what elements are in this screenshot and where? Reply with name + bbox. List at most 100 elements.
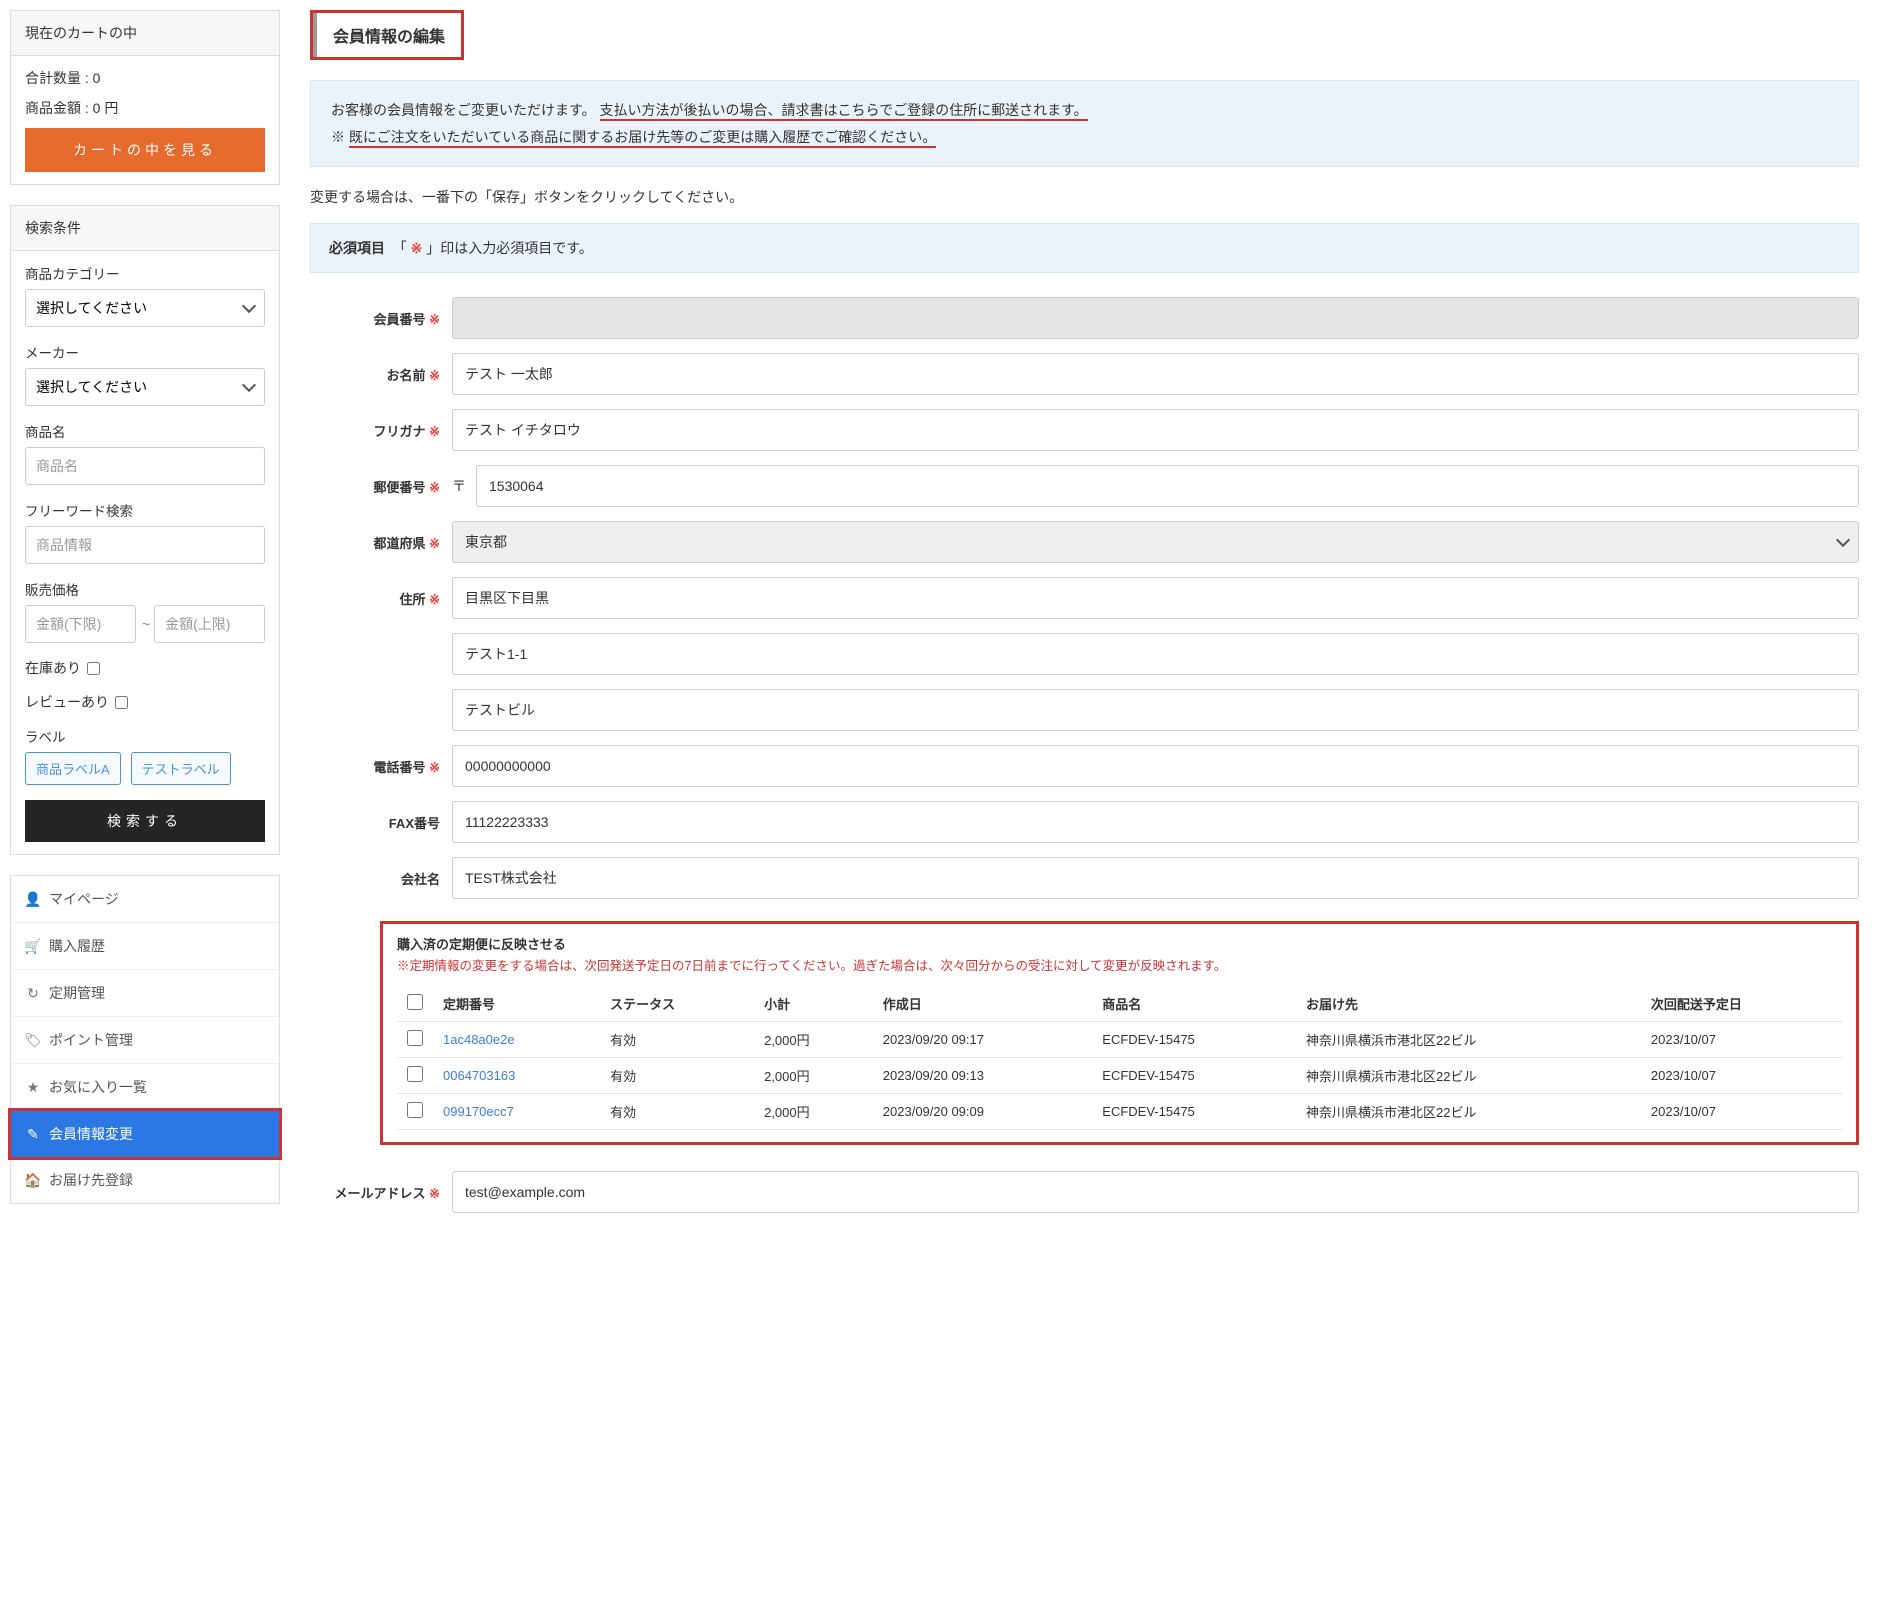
- zip-prefix: 〒: [452, 476, 466, 496]
- nav-favorites[interactable]: ★ お気に入り一覧: [11, 1064, 279, 1111]
- email-input[interactable]: [452, 1171, 1859, 1213]
- addr3-input[interactable]: [452, 689, 1859, 731]
- row-next: 2023/10/07: [1641, 1094, 1842, 1130]
- th-subtotal: 小計: [754, 986, 873, 1022]
- row-next: 2023/10/07: [1641, 1022, 1842, 1058]
- row-product: ECFDEV-15475: [1092, 1094, 1296, 1130]
- cart-qty-label: 合計数量 :: [25, 70, 89, 86]
- freeword-input[interactable]: [25, 526, 265, 564]
- cart-icon: 🛒: [25, 938, 41, 955]
- addr2-input[interactable]: [452, 633, 1859, 675]
- label-tag-a[interactable]: 商品ラベルA: [25, 752, 121, 785]
- zip-input[interactable]: [476, 465, 1859, 507]
- search-header: 検索条件: [11, 206, 279, 251]
- row-subtotal: 2,000円: [754, 1094, 873, 1130]
- product-name-input[interactable]: [25, 447, 265, 485]
- instock-label: 在庫あり: [25, 658, 81, 678]
- table-row: 0064703163有効2,000円2023/09/20 09:13ECFDEV…: [397, 1058, 1842, 1094]
- user-icon: 👤: [25, 891, 41, 908]
- table-header-row: 定期番号 ステータス 小計 作成日 商品名 お届け先 次回配送予定日: [397, 986, 1842, 1022]
- cart-amount-line: 商品金額 : 0 円: [25, 98, 265, 118]
- sub-no-link[interactable]: 0064703163: [433, 1058, 600, 1094]
- search-button[interactable]: 検索する: [25, 800, 265, 842]
- select-all-checkbox[interactable]: [407, 994, 423, 1010]
- pref-select[interactable]: 東京都: [452, 521, 1859, 563]
- required-label: 必須項目: [329, 240, 385, 256]
- nav-subscription[interactable]: ↻ 定期管理: [11, 970, 279, 1017]
- info-box: お客様の会員情報をご変更いただけます。 支払い方法が後払いの場合、請求書はこちら…: [310, 80, 1859, 167]
- nav-mypage[interactable]: 👤 マイページ: [11, 876, 279, 923]
- th-sub-no: 定期番号: [433, 986, 600, 1022]
- row-checkbox[interactable]: [407, 1030, 423, 1046]
- maker-select[interactable]: 選択してください: [25, 368, 265, 406]
- th-status: ステータス: [600, 986, 754, 1022]
- th-product: 商品名: [1092, 986, 1296, 1022]
- view-cart-button[interactable]: カートの中を見る: [25, 128, 265, 172]
- table-row: 1ac48a0e2e有効2,000円2023/09/20 09:17ECFDEV…: [397, 1022, 1842, 1058]
- member-no-field: [452, 297, 1859, 339]
- home-icon: 🏠: [25, 1172, 41, 1189]
- nav-history[interactable]: 🛒 購入履歴: [11, 923, 279, 970]
- email-label: メールアドレス: [334, 1186, 425, 1201]
- instock-checkbox[interactable]: [87, 662, 100, 675]
- table-row: 099170ecc7有効2,000円2023/09/20 09:09ECFDEV…: [397, 1094, 1842, 1130]
- row-delivery: 神奈川県横浜市港北区22ビル: [1296, 1094, 1641, 1130]
- member-edit-form: 会員番号 ※ お名前 ※ フリガナ ※ 郵便番号 ※: [310, 297, 1859, 1213]
- cart-qty-line: 合計数量 : 0: [25, 68, 265, 88]
- reflect-table: 定期番号 ステータス 小計 作成日 商品名 お届け先 次回配送予定日 1ac48…: [397, 986, 1842, 1130]
- cart-panel: 現在のカートの中 合計数量 : 0 商品金額 : 0 円 カートの中を見る: [10, 10, 280, 185]
- category-select[interactable]: 選択してください: [25, 289, 265, 327]
- price-sep: ~: [142, 616, 148, 632]
- row-subtotal: 2,000円: [754, 1058, 873, 1094]
- nav-addresses[interactable]: 🏠 お届け先登録: [11, 1157, 279, 1203]
- category-label: 商品カテゴリー: [25, 263, 265, 283]
- review-checkbox[interactable]: [115, 696, 128, 709]
- address-label: 住所: [399, 592, 425, 607]
- cart-header: 現在のカートの中: [11, 11, 279, 56]
- row-status: 有効: [600, 1094, 754, 1130]
- refresh-icon: ↻: [25, 985, 41, 1002]
- search-panel: 検索条件 商品カテゴリー 選択してください メーカー 選択してください: [10, 205, 280, 855]
- star-icon: ★: [25, 1079, 41, 1096]
- sub-no-link[interactable]: 1ac48a0e2e: [433, 1022, 600, 1058]
- addr1-input[interactable]: [452, 577, 1859, 619]
- main-content: 会員情報の編集 お客様の会員情報をご変更いただけます。 支払い方法が後払いの場合…: [310, 10, 1874, 1227]
- row-checkbox[interactable]: [407, 1066, 423, 1082]
- company-input[interactable]: [452, 857, 1859, 899]
- page-title: 会員情報の編集: [313, 13, 461, 57]
- label-tag-b[interactable]: テストラベル: [131, 752, 231, 785]
- reflect-note: ※定期情報の変更をする場合は、次回発送予定日の7日前までに行ってください。過ぎた…: [397, 955, 1842, 974]
- review-label: レビューあり: [25, 692, 109, 712]
- nav-member-edit-label: 会員情報変更: [49, 1124, 133, 1144]
- fax-input[interactable]: [452, 801, 1859, 843]
- row-status: 有効: [600, 1058, 754, 1094]
- row-product: ECFDEV-15475: [1092, 1058, 1296, 1094]
- info-text-1: お客様の会員情報をご変更いただけます。: [331, 102, 596, 118]
- nav-subscription-label: 定期管理: [49, 983, 105, 1003]
- row-checkbox[interactable]: [407, 1102, 423, 1118]
- row-next: 2023/10/07: [1641, 1058, 1842, 1094]
- required-mark: ※: [411, 240, 423, 256]
- price-max-input[interactable]: [154, 605, 265, 643]
- mypage-nav: 👤 マイページ 🛒 購入履歴 ↻ 定期管理 🏷 ポイント管理 ★ お気に入り一覧…: [10, 875, 280, 1204]
- company-label: 会社名: [401, 872, 440, 887]
- nav-favorites-label: お気に入り一覧: [49, 1077, 147, 1097]
- member-no-label: 会員番号: [373, 312, 425, 327]
- tel-input[interactable]: [452, 745, 1859, 787]
- nav-member-edit[interactable]: ✎ 会員情報変更: [8, 1108, 282, 1160]
- labels-label: ラベル: [25, 726, 265, 746]
- kana-label: フリガナ: [373, 424, 425, 439]
- price-min-input[interactable]: [25, 605, 136, 643]
- row-delivery: 神奈川県横浜市港北区22ビル: [1296, 1022, 1641, 1058]
- change-note: 変更する場合は、一番下の「保存」ボタンをクリックしてください。: [310, 187, 1859, 207]
- nav-points[interactable]: 🏷 ポイント管理: [11, 1017, 279, 1064]
- name-input[interactable]: [452, 353, 1859, 395]
- kana-input[interactable]: [452, 409, 1859, 451]
- sub-no-link[interactable]: 099170ecc7: [433, 1094, 600, 1130]
- sidebar: 現在のカートの中 合計数量 : 0 商品金額 : 0 円 カートの中を見る 検索…: [10, 10, 280, 1227]
- product-name-label: 商品名: [25, 421, 265, 441]
- info-text-3: 既にご注文をいただいている商品に関するお届け先等のご変更は購入履歴でご確認くださ…: [349, 129, 936, 148]
- nav-mypage-label: マイページ: [49, 889, 119, 909]
- tel-label: 電話番号: [373, 760, 425, 775]
- row-created: 2023/09/20 09:17: [873, 1022, 1093, 1058]
